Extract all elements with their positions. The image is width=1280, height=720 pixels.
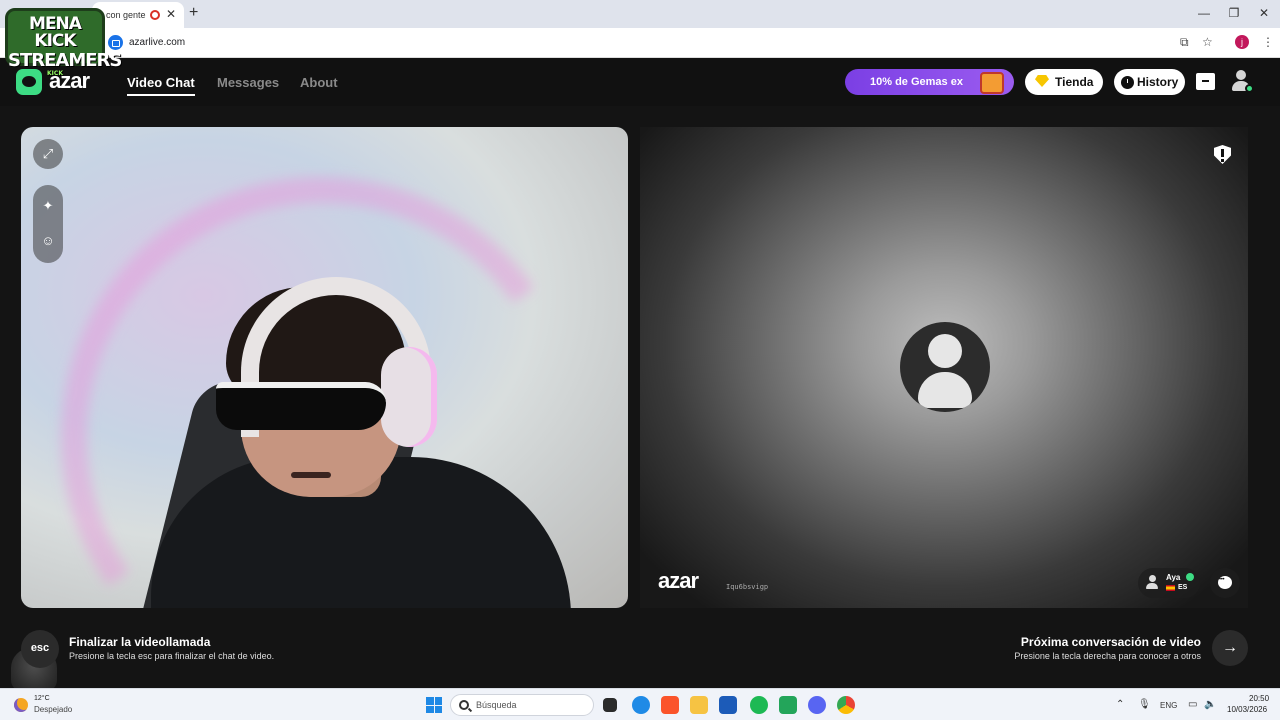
restore-button[interactable]: ❐ — [1226, 6, 1242, 20]
start-menu-icon[interactable] — [426, 697, 442, 713]
treasure-chest-icon — [980, 72, 1004, 94]
network-icon[interactable]: ▭ — [1188, 699, 1197, 710]
nav-messages[interactable]: Messages — [217, 75, 279, 90]
partner-avatar-icon — [1146, 575, 1158, 589]
language-indicator[interactable]: ENG — [1160, 701, 1177, 710]
online-status-dot — [1245, 84, 1254, 93]
url-field[interactable]: azarlive.com — [129, 37, 185, 48]
report-shield-icon[interactable] — [1214, 145, 1231, 164]
bookmark-star-icon[interactable]: ☆ — [1202, 35, 1213, 49]
windows-taskbar: 12°C Despejado Búsqueda ⌃ 🎙 ENG ▭ 🔈 20:5… — [0, 688, 1280, 720]
shop-button[interactable]: Tienda — [1025, 69, 1103, 95]
face-filter-icon[interactable]: ☺ — [40, 233, 56, 249]
next-chat-subtitle: Presione la tecla derecha para conocer a… — [1014, 651, 1201, 661]
cast-icon[interactable]: ⧉ — [1180, 35, 1189, 50]
minimize-button[interactable]: — — [1196, 6, 1212, 20]
browser-menu-icon[interactable]: ⋮ — [1262, 35, 1274, 49]
magic-wand-icon[interactable]: ✦ — [40, 198, 56, 214]
chat-button[interactable] — [1210, 568, 1240, 598]
partner-name: Aya — [1166, 573, 1181, 582]
search-icon — [459, 700, 469, 710]
overlay-logo-line3: KICK — [47, 70, 63, 77]
spotify-icon[interactable] — [750, 696, 768, 714]
promo-text: 10% de Gemas ex — [870, 76, 963, 88]
store-icon[interactable] — [719, 696, 737, 714]
shop-label: Tienda — [1055, 75, 1094, 89]
gem-icon — [1035, 75, 1049, 87]
chat-bubble-icon — [1218, 576, 1232, 589]
weather-temperature: 12°C — [34, 695, 50, 702]
clock-time[interactable]: 20:50 — [1249, 694, 1269, 703]
nav-active-underline — [127, 94, 195, 96]
clock-date[interactable]: 10/03/2026 — [1227, 705, 1267, 714]
chrome-icon[interactable] — [837, 696, 855, 714]
microphone-icon[interactable]: 🎙 — [1138, 699, 1151, 710]
browser-tab-bar: con gente ✕ + — ❐ ✕ — [0, 0, 1280, 28]
remote-user-id: Iqu6bsvigp — [726, 583, 769, 591]
remote-watermark: azar — [658, 568, 699, 593]
overlay-logo-line2: STREAMERS — [8, 50, 122, 71]
kick-app-icon[interactable] — [779, 696, 797, 714]
app-header: azar Video Chat Messages About 10% de Ge… — [0, 58, 1280, 106]
local-video-feed: ⤢ ✦ ☺ — [21, 127, 628, 608]
weather-icon[interactable] — [14, 698, 28, 712]
volume-icon[interactable]: 🔈 — [1204, 699, 1216, 710]
next-chat-button[interactable]: → — [1212, 630, 1248, 666]
end-call-title: Finalizar la videollamada — [69, 635, 211, 649]
clock-icon — [1121, 76, 1134, 89]
overlay-logo-line1: MENA KICK — [29, 14, 82, 51]
user-avatar[interactable] — [1230, 70, 1254, 93]
tab-title: con gente — [106, 10, 146, 20]
effects-toolbar: ✦ ☺ — [33, 185, 63, 263]
taskbar-search[interactable]: Búsqueda — [450, 694, 594, 716]
stream-overlay-logo: MENA KICK STREAMERS KICK — [5, 8, 122, 77]
next-chat-title: Próxima conversación de video — [1020, 635, 1201, 649]
partner-info-chip[interactable]: Aya ES — [1138, 568, 1200, 598]
file-explorer-icon[interactable] — [690, 696, 708, 714]
new-tab-button[interactable]: + — [189, 4, 198, 22]
search-placeholder: Búsqueda — [476, 700, 517, 710]
profile-avatar[interactable]: j — [1235, 35, 1249, 49]
edge-icon[interactable] — [632, 696, 650, 714]
site-info-icon[interactable] — [108, 35, 123, 50]
nav-about[interactable]: About — [300, 75, 338, 90]
discord-icon[interactable] — [808, 696, 826, 714]
partner-online-dot — [1186, 573, 1194, 581]
window-close-button[interactable]: ✕ — [1256, 6, 1272, 20]
recording-icon — [150, 10, 160, 20]
spain-flag-icon — [1166, 585, 1175, 591]
address-bar: azarlive.com ⧉ ☆ j ⋮ — [0, 28, 1280, 58]
expand-button[interactable]: ⤢ — [33, 139, 63, 169]
history-label: History — [1137, 75, 1179, 89]
inbox-icon[interactable] — [1196, 73, 1215, 90]
history-button[interactable]: History — [1114, 69, 1185, 95]
browser-tab[interactable]: con gente ✕ — [92, 2, 184, 28]
remote-video-feed: azar Iqu6bsvigp Aya ES — [640, 127, 1248, 608]
brave-icon[interactable] — [661, 696, 679, 714]
nav-video-chat[interactable]: Video Chat — [127, 75, 195, 90]
gems-promo-banner[interactable]: 10% de Gemas ex — [845, 69, 1014, 95]
end-call-subtitle: Presione la tecla esc para finalizar el … — [69, 651, 275, 661]
tray-overflow-icon[interactable]: ⌃ — [1116, 699, 1124, 710]
partner-language: ES — [1178, 584, 1188, 591]
task-view-icon[interactable] — [603, 698, 617, 712]
remote-placeholder-avatar — [900, 322, 990, 412]
expand-icon: ⤢ — [42, 146, 54, 161]
end-call-button[interactable]: esc — [21, 630, 59, 668]
weather-description: Despejado — [34, 705, 73, 714]
tab-close-icon[interactable]: ✕ — [166, 7, 176, 21]
